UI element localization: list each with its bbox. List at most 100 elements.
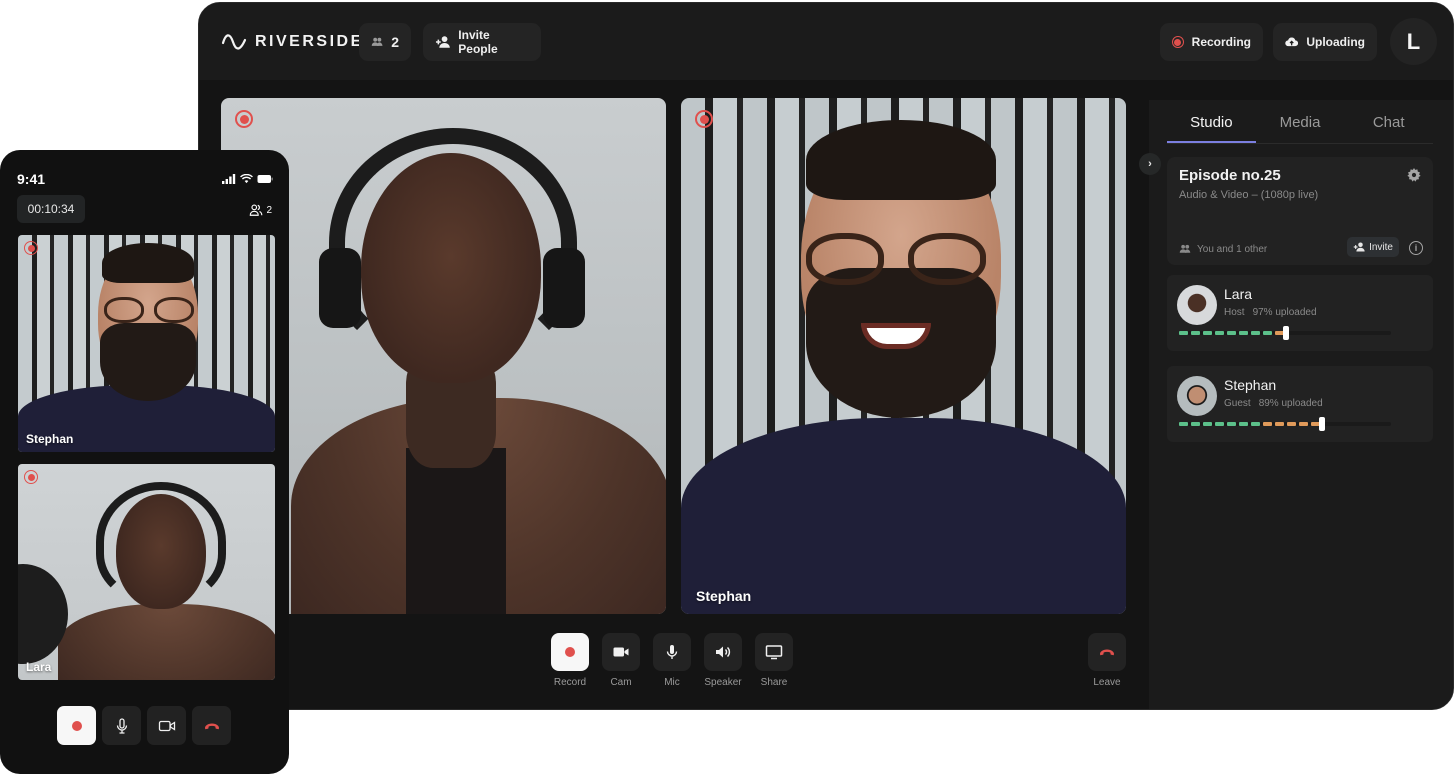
- cellular-signal-icon: [222, 174, 236, 184]
- cam-label: Cam: [610, 677, 632, 688]
- avatar: [1177, 376, 1217, 416]
- share-control[interactable]: Share: [755, 633, 793, 688]
- participants-button[interactable]: 2: [359, 23, 411, 61]
- mobile-record-button[interactable]: [57, 706, 96, 745]
- people-icon: [371, 37, 383, 46]
- invite-people-button[interactable]: Invite People: [423, 23, 541, 61]
- upload-progress-thumb: [1283, 326, 1289, 340]
- upload-segment-complete: [1203, 331, 1212, 335]
- upload-segment-complete: [1215, 422, 1224, 426]
- cam-control[interactable]: Cam: [602, 633, 640, 688]
- video-person-beard: [100, 323, 196, 401]
- upload-segment-complete: [1215, 331, 1224, 335]
- speaker-control[interactable]: Speaker: [704, 633, 742, 688]
- microphone-icon: [116, 717, 127, 734]
- speaker-button[interactable]: [704, 633, 742, 671]
- episode-subtitle: Audio & Video – (1080p live): [1179, 189, 1319, 201]
- participant-card-stephan[interactable]: Stephan Guest 89% uploaded: [1167, 366, 1433, 442]
- mic-button[interactable]: [653, 633, 691, 671]
- record-icon: [565, 647, 575, 657]
- mobile-mic-button[interactable]: [102, 706, 141, 745]
- user-avatar[interactable]: L: [1390, 18, 1437, 65]
- tile-name: Stephan: [696, 588, 752, 604]
- participant-name: Stephan: [1224, 377, 1277, 393]
- top-bar: RIVERSIDE 2 Invite People Recording Uplo…: [199, 3, 1453, 80]
- brand-logo[interactable]: RIVERSIDE: [221, 31, 364, 53]
- upload-segment-complete: [1227, 331, 1236, 335]
- mobile-studio-screen: 9:41 00:10:34 2 Stephan Lara: [0, 150, 289, 774]
- participants-indicator[interactable]: 2: [249, 203, 272, 217]
- upload-segment-complete: [1239, 422, 1248, 426]
- record-control[interactable]: Record: [551, 633, 589, 688]
- microphone-icon: [666, 645, 678, 659]
- gear-icon[interactable]: [1407, 168, 1421, 182]
- episode-invite-button[interactable]: Invite: [1347, 237, 1399, 257]
- recording-indicator-icon: [235, 110, 253, 128]
- recording-indicator-icon: [24, 241, 38, 255]
- mobile-leave-button[interactable]: [192, 706, 231, 745]
- upload-segment-complete: [1179, 331, 1188, 335]
- headphones-band: [96, 482, 226, 602]
- cam-button[interactable]: [602, 633, 640, 671]
- recording-indicator-icon: [24, 470, 38, 484]
- headphones-ear-left: [319, 248, 361, 328]
- upload-segment-pending: [1287, 422, 1296, 426]
- participant-upload-status: 97% uploaded: [1252, 307, 1317, 318]
- record-button[interactable]: [551, 633, 589, 671]
- upload-segment-complete: [1263, 331, 1272, 335]
- leave-label: Leave: [1093, 677, 1121, 688]
- video-person-hair: [102, 243, 194, 283]
- leave-control[interactable]: Leave: [1088, 633, 1126, 688]
- collapse-sidebar-button[interactable]: ›: [1139, 153, 1161, 175]
- leave-button[interactable]: [1088, 633, 1126, 671]
- speaker-label: Speaker: [704, 677, 742, 688]
- episode-people: You and 1 other: [1179, 243, 1267, 255]
- camera-icon: [158, 720, 175, 731]
- chevron-right-icon: ›: [1148, 158, 1152, 170]
- upload-segment-pending: [1299, 422, 1308, 426]
- studio-sidebar: › Studio Media Chat Episode no.25 Audio …: [1139, 100, 1453, 709]
- uploading-status-button[interactable]: Uploading: [1273, 23, 1377, 61]
- video-person-hair: [806, 120, 996, 200]
- video-person-glasses: [806, 233, 986, 285]
- desktop-studio-window: RIVERSIDE 2 Invite People Recording Uplo…: [198, 2, 1454, 710]
- tab-studio[interactable]: Studio: [1167, 114, 1256, 143]
- participant-count: 2: [391, 34, 399, 50]
- recording-status-button[interactable]: Recording: [1160, 23, 1263, 61]
- mobile-video-tile-lara[interactable]: Lara: [18, 464, 275, 680]
- participant-card-lara[interactable]: Lara Host 97% uploaded: [1167, 275, 1433, 351]
- tab-media[interactable]: Media: [1256, 114, 1345, 143]
- mobile-cam-button[interactable]: [147, 706, 186, 745]
- camera-icon: [613, 647, 629, 657]
- tab-chat[interactable]: Chat: [1344, 114, 1433, 143]
- participant-role: Host: [1224, 307, 1245, 318]
- mobile-video-tile-stephan[interactable]: Stephan: [18, 235, 275, 452]
- recording-timer: 00:10:34: [17, 195, 85, 223]
- upload-segment-complete: [1191, 331, 1200, 335]
- tile-name: Lara: [26, 660, 52, 674]
- add-person-icon: [435, 36, 450, 48]
- recording-icon: [1172, 36, 1184, 48]
- headphones-ear-right: [543, 248, 585, 328]
- participant-meta: Guest 89% uploaded: [1224, 398, 1331, 409]
- record-icon: [71, 720, 82, 731]
- video-person-shirt: [406, 448, 506, 614]
- info-icon[interactable]: i: [1409, 241, 1423, 255]
- video-person-glasses: [104, 297, 194, 323]
- add-person-icon: [1353, 242, 1365, 252]
- upload-segment-complete: [1251, 331, 1260, 335]
- status-bar-time: 9:41: [17, 171, 46, 187]
- share-button[interactable]: [755, 633, 793, 671]
- headphones-band: [329, 128, 577, 358]
- video-tile-stephan[interactable]: Stephan: [681, 98, 1126, 614]
- video-person-body: [681, 418, 1126, 614]
- marketing-composite: RIVERSIDE 2 Invite People Recording Uplo…: [0, 0, 1455, 774]
- hang-up-icon: [1100, 649, 1114, 656]
- upload-segment-pending: [1263, 422, 1272, 426]
- avatar: [1177, 285, 1217, 325]
- status-bar-icons: [222, 174, 273, 184]
- episode-title: Episode no.25: [1179, 167, 1281, 184]
- upload-progress-bar: [1179, 417, 1391, 431]
- mic-control[interactable]: Mic: [653, 633, 691, 688]
- wifi-icon: [240, 174, 253, 184]
